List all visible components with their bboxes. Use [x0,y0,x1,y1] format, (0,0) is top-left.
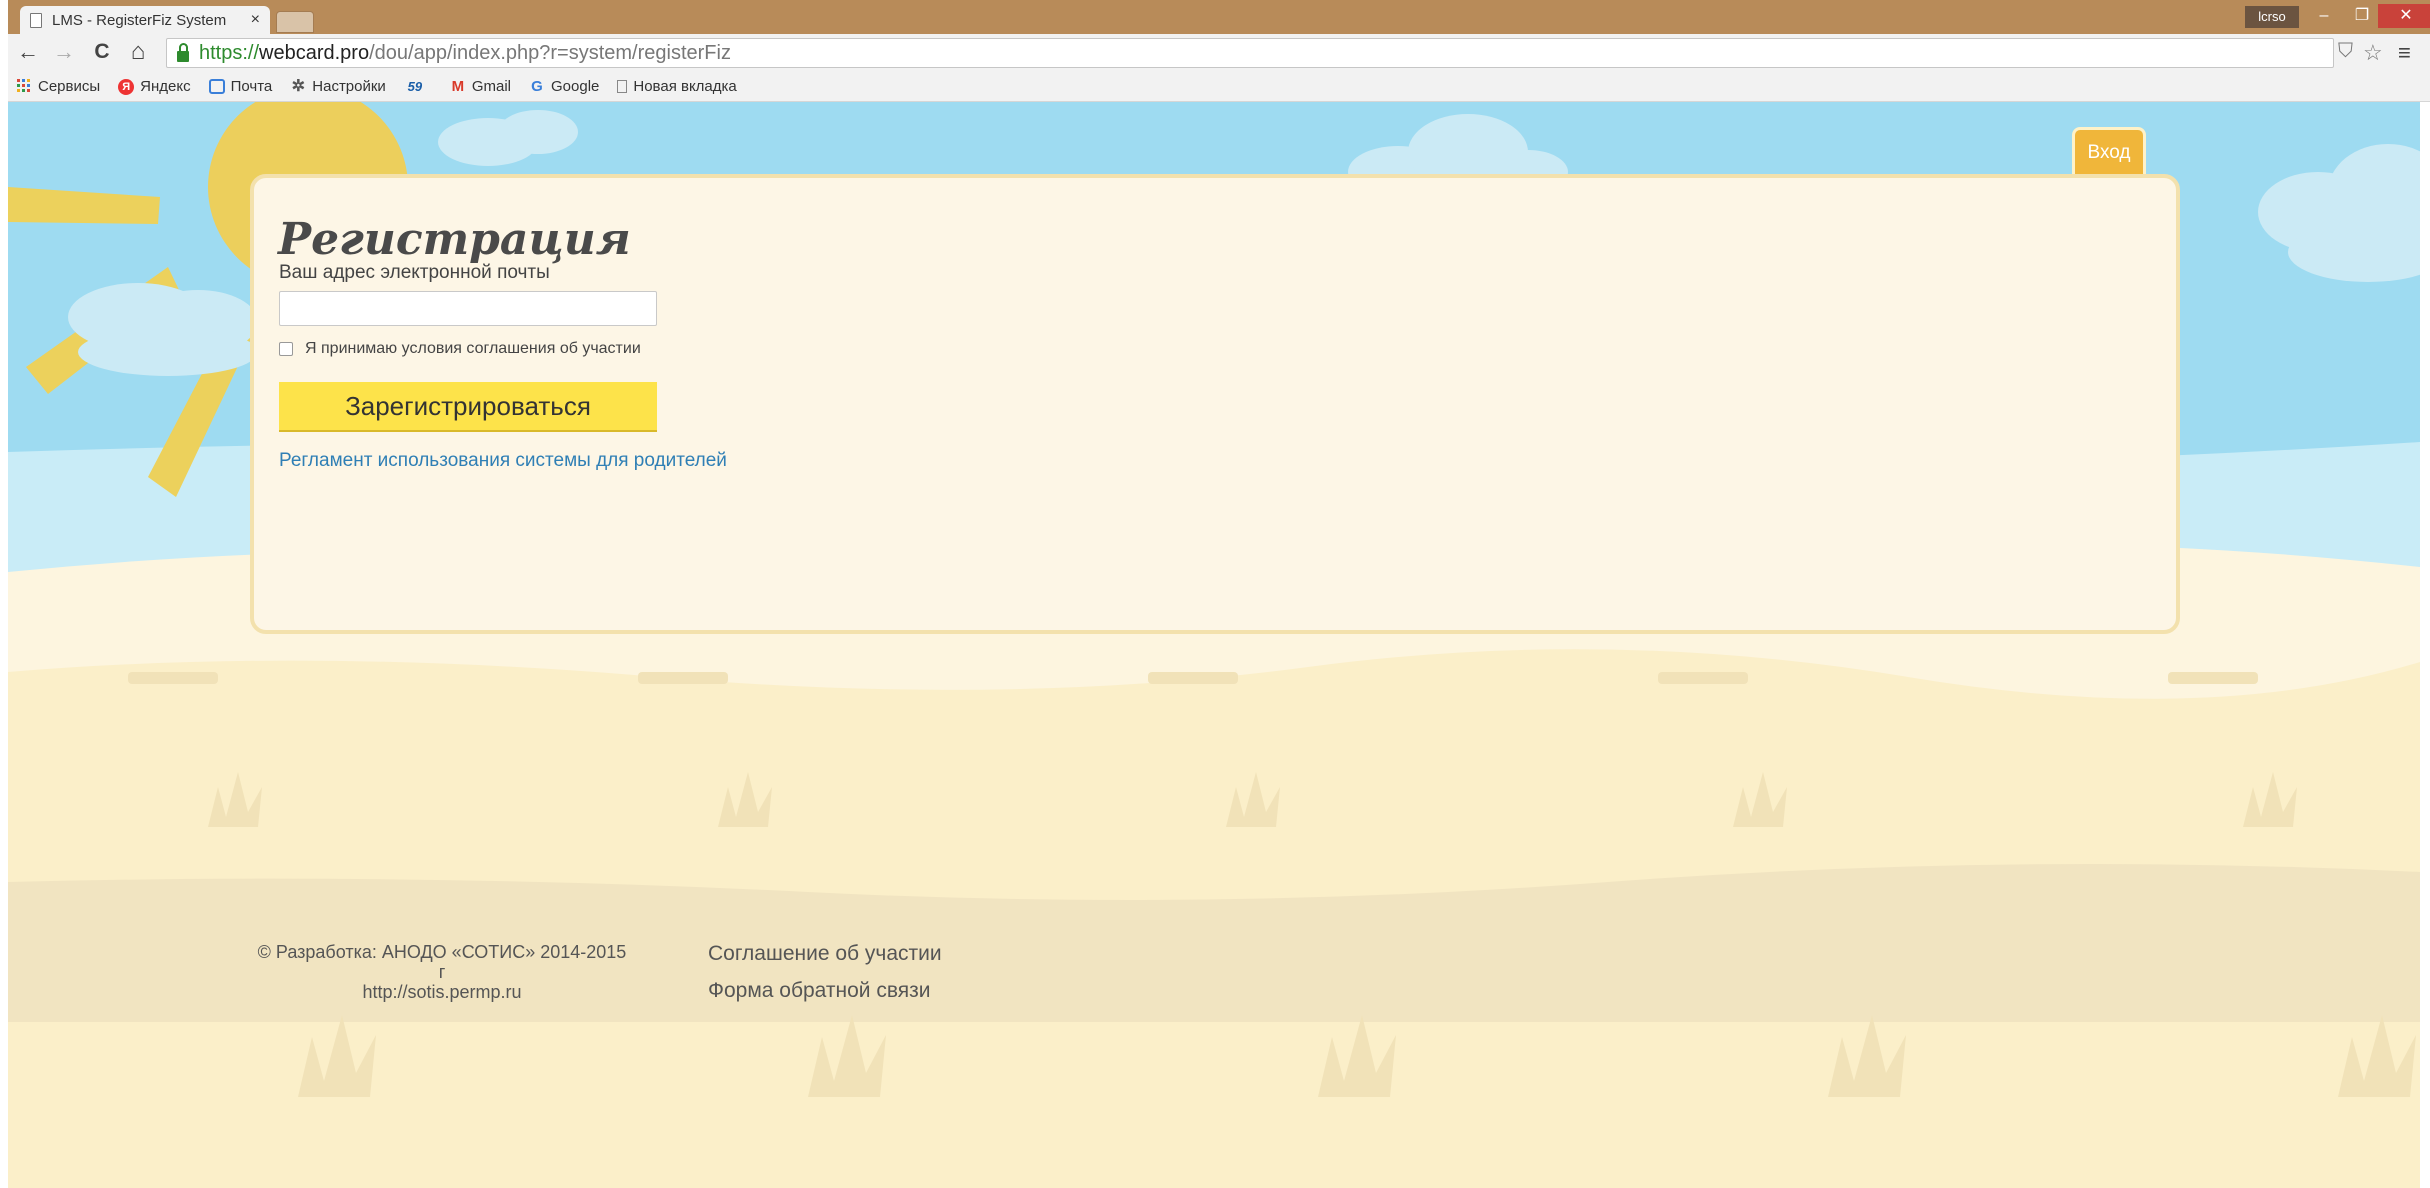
page-icon [617,80,628,93]
mail-icon [208,79,225,94]
page-viewport: Вход Регистрация Ваш адрес электронной п… [8,102,2420,1188]
feedback-link[interactable]: Форма обратной связи [708,979,931,1003]
menu-icon[interactable]: ≡ [2398,40,2411,66]
gear-icon: ✲ [291,77,305,95]
number-59-icon: 59 [407,78,423,94]
footer-copyright: © Разработка: АНОДО «СОТИС» 2014-2015 г … [252,942,632,1002]
bookmark-gmail[interactable]: M Gmail [450,78,511,95]
bookmark-settings[interactable]: ✲ Настройки [290,78,386,95]
browser-titlebar: LMS - RegisterFiz System × lcrso – ❐ ✕ [8,0,2430,34]
bookmark-mail[interactable]: Почта [208,78,273,95]
apps-icon [16,78,32,95]
lock-icon [177,42,189,62]
page-title: Регистрация [278,214,631,265]
bookmark-label: Настройки [312,78,386,95]
register-button[interactable]: Зарегистрироваться [279,382,657,432]
reload-icon[interactable]: C [90,40,114,64]
forward-icon[interactable]: → [52,40,76,64]
yandex-icon: Я [118,78,135,95]
gmail-icon: M [451,77,465,95]
minimize-icon[interactable]: – [2306,4,2342,28]
email-label: Ваш адрес электронной почты [279,262,550,283]
cloud-icon [68,283,258,376]
bookmark-label: Google [551,78,600,95]
browser-toolbar: ← → C ⌂ https://webcard.pro/dou/app/inde… [8,34,2430,72]
page-icon [30,12,42,28]
google-icon: G [531,77,543,95]
url-path: /dou/app/index.php?r=system/registerFiz [369,41,731,64]
agree-checkbox[interactable] [279,342,293,356]
url-scheme: https:// [199,41,260,64]
login-tab[interactable]: Вход [2072,127,2146,178]
bookmarks-bar: Сервисы Я Яндекс Почта ✲ Настройки 59 M … [8,72,2430,102]
bookmark-label: Яндекс [140,78,191,95]
tab-title: LMS - RegisterFiz System [52,11,227,29]
tab-close-icon[interactable]: × [251,11,260,29]
bookmark-yandex[interactable]: Я Яндекс [118,78,191,95]
browser-tab[interactable]: LMS - RegisterFiz System × [20,6,270,34]
close-window-icon[interactable]: ✕ [2378,4,2430,28]
url-domain: webcard.pro [259,41,370,64]
rules-link[interactable]: Регламент использования системы для роди… [279,450,727,472]
agree-row: Я принимаю условия соглашения об участии [279,340,641,358]
home-icon[interactable]: ⌂ [126,40,150,64]
email-input[interactable] [279,291,657,326]
star-icon[interactable]: ☆ [2363,40,2383,66]
agree-label: Я принимаю условия соглашения об участии [305,340,641,357]
site-url: http://sotis.permp.ru [362,982,522,1002]
copyright-text: © Разработка: АНОДО «СОТИС» 2014-2015 г [257,942,627,982]
shield-icon[interactable]: ⛉ [2338,40,2353,63]
agreement-link[interactable]: Соглашение об участии [708,942,942,966]
bookmark-label: Почта [230,78,273,95]
new-tab-button[interactable] [276,11,314,33]
bookmark-services[interactable]: Сервисы [16,78,100,95]
address-bar[interactable]: https://webcard.pro/dou/app/index.php?r=… [166,38,2334,68]
bookmark-new-tab[interactable]: Новая вкладка [617,78,737,95]
bookmark-59[interactable]: 59 [404,79,432,95]
bookmark-label: Новая вкладка [633,78,737,95]
bookmark-google[interactable]: G Google [529,78,599,95]
profile-badge[interactable]: lcrso [2245,6,2299,28]
bookmark-label: Сервисы [38,78,101,95]
restore-icon[interactable]: ❐ [2344,4,2380,28]
bookmark-label: Gmail [471,78,511,95]
back-icon[interactable]: ← [16,40,40,64]
